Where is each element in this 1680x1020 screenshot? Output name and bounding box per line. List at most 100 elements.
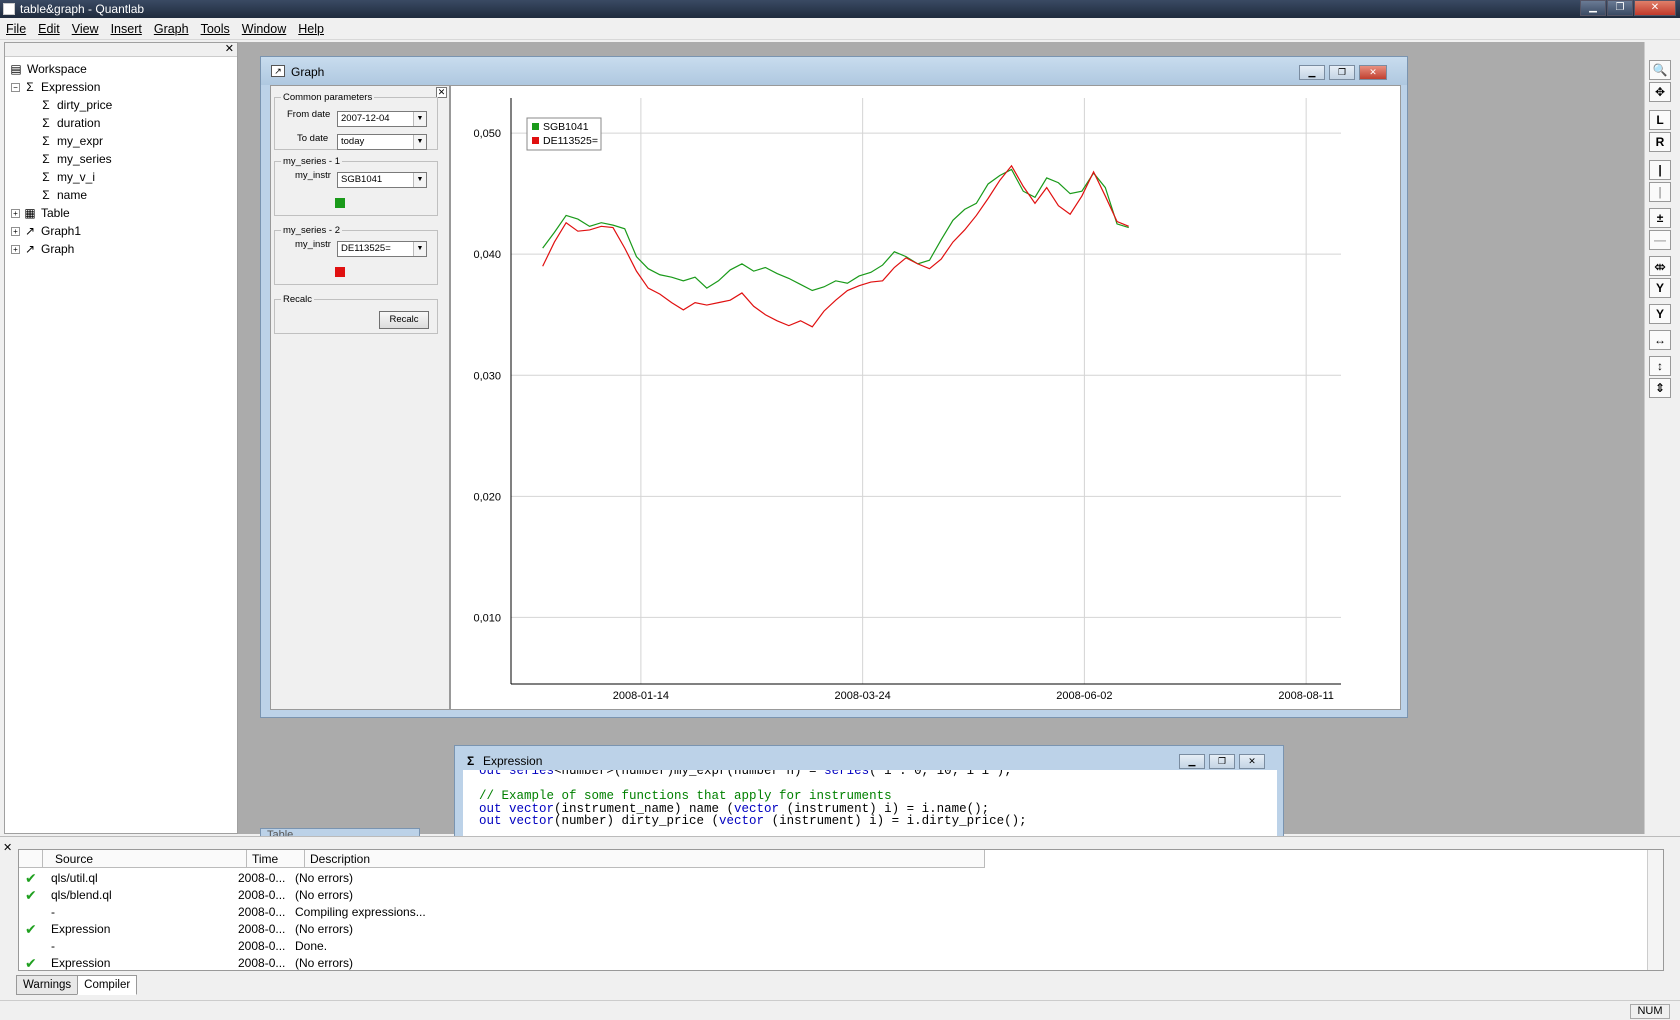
minimize-button[interactable]: ▁	[1580, 0, 1606, 16]
graph-minimize-button[interactable]: ▁	[1299, 65, 1325, 80]
expand-icon[interactable]: +	[11, 226, 20, 236]
tree-item-graph1[interactable]: + ↗ Graph1	[11, 222, 81, 240]
row-time: 2008-0...	[238, 888, 286, 902]
code-token: vector	[719, 814, 765, 828]
collapse-icon[interactable]: −	[11, 82, 20, 92]
close-workspace-icon[interactable]: ✕	[225, 42, 234, 55]
graph-window-titlebar[interactable]: ↗ Graph ▁ ❐ ✕	[261, 57, 1407, 85]
y-tick-label: 0,050	[473, 128, 501, 140]
code-token: ( i : 0, 10; i*i );	[869, 770, 1012, 778]
menu-view[interactable]: View	[66, 22, 105, 36]
maximize-button[interactable]: ❐	[1607, 0, 1633, 16]
y-stretch-icon[interactable]: ↕	[1649, 356, 1671, 376]
y-axis-icon[interactable]: Y	[1649, 304, 1671, 324]
y-tick-label: 0,010	[473, 612, 501, 624]
close-output-icon[interactable]: ✕	[3, 841, 12, 854]
row-desc: Done.	[295, 939, 328, 953]
graph-toolbar: 🔍 ✥ L R | | ± — ⤄ Y Y ↔ ↕ ⇕	[1644, 42, 1680, 834]
menu-insert[interactable]: Insert	[105, 22, 148, 36]
expand-icon[interactable]: +	[11, 244, 20, 254]
to-date-combo[interactable]: today ▼	[337, 134, 427, 150]
from-date-combo[interactable]: 2007-12-04 ▼	[337, 111, 427, 127]
table-row[interactable]: - 2008-0... Done.	[19, 938, 1663, 955]
series-1-color-swatch[interactable]	[335, 198, 345, 208]
tree-item-duration[interactable]: Σduration	[39, 114, 100, 132]
table-row[interactable]: ✔ qls/util.ql 2008-0... (No errors)	[19, 870, 1663, 887]
sigma-icon: Σ	[42, 151, 50, 166]
tree-item-table[interactable]: + ▦ Table	[11, 204, 70, 222]
y-fit-icon[interactable]: ⇕	[1649, 378, 1671, 398]
series-2-group: my_series - 2 my_instr DE113525= ▼	[274, 225, 438, 285]
tree-root[interactable]: ▤ Workspace	[9, 60, 86, 78]
vertical-line-disabled-icon[interactable]: |	[1649, 182, 1671, 202]
series-2-instr-label: my_instr	[295, 239, 331, 250]
menu-tools[interactable]: Tools	[195, 22, 236, 36]
code-editor[interactable]: out series<number>(number)my_expr(number…	[463, 770, 1277, 841]
y-tick-label: 0,030	[473, 370, 501, 382]
menu-graph[interactable]: Graph	[148, 22, 195, 36]
table-row[interactable]: ✔ Expression 2008-0... (No errors)	[19, 921, 1663, 938]
from-date-label: From date	[287, 109, 331, 120]
check-icon: ✔	[25, 887, 37, 903]
close-button[interactable]: ✕	[1634, 0, 1676, 16]
plot-area[interactable]: 0,010 0,020 0,030 0,040 0,050 2008-01-14 2008-…	[450, 85, 1401, 710]
menu-file[interactable]: File	[0, 22, 32, 36]
tree-item-label: name	[57, 188, 88, 202]
chevron-down-icon[interactable]: ▼	[413, 242, 426, 256]
chevron-down-icon[interactable]: ▼	[413, 112, 426, 126]
graph-close-button[interactable]: ✕	[1359, 65, 1387, 80]
tree-item-my-v-i[interactable]: Σmy_v_i	[39, 168, 95, 186]
menu-help[interactable]: Help	[292, 22, 330, 36]
tree-item-dirty-price[interactable]: Σdirty_price	[39, 96, 112, 114]
pan-icon[interactable]: ✥	[1649, 82, 1671, 102]
time-column-header[interactable]: Time	[247, 850, 305, 868]
series-2-legend: my_series - 2	[283, 225, 341, 236]
x-scale-icon[interactable]: ⤄	[1649, 256, 1671, 276]
chevron-down-icon[interactable]: ▼	[413, 135, 426, 149]
series-2-instr-combo[interactable]: DE113525= ▼	[337, 241, 427, 257]
tab-warnings[interactable]: Warnings	[16, 975, 79, 995]
table-row[interactable]: - 2008-0... Compiling expressions...	[19, 904, 1663, 921]
chevron-down-icon[interactable]: ▼	[413, 173, 426, 187]
expression-window-titlebar[interactable]: Σ Expression ▁ ❐ ✕	[455, 746, 1283, 770]
source-column-header[interactable]: Source	[43, 850, 247, 868]
horizontal-line-disabled-icon[interactable]: —	[1649, 230, 1671, 250]
check-icon: ✔	[25, 921, 37, 937]
tab-compiler[interactable]: Compiler	[77, 975, 138, 995]
tree-item-graph[interactable]: + ↗ Graph	[11, 240, 74, 258]
expand-icon[interactable]: +	[11, 208, 20, 218]
table-row[interactable]: ✔ Expression 2008-0... (No errors)	[19, 955, 1663, 972]
table-icon: ▦	[24, 205, 36, 220]
table-row[interactable]: ✔ qls/blend.ql 2008-0... (No errors)	[19, 887, 1663, 904]
row-time: 2008-0...	[238, 922, 286, 936]
graph-restore-button[interactable]: ❐	[1329, 65, 1355, 80]
tree-item-expression[interactable]: − Σ Expression	[11, 78, 100, 96]
tree-item-name[interactable]: Σname	[39, 186, 87, 204]
description-column-header[interactable]: Description	[305, 850, 985, 868]
series-1-instr-value: SGB1041	[341, 174, 383, 185]
series-1-instr-combo[interactable]: SGB1041 ▼	[337, 172, 427, 188]
series-line-sgb1041	[542, 168, 1129, 292]
expression-close-button[interactable]: ✕	[1239, 754, 1265, 769]
left-axis-button[interactable]: L	[1649, 110, 1671, 130]
tree-item-my-series[interactable]: Σmy_series	[39, 150, 111, 168]
common-parameters-legend: Common parameters	[283, 92, 373, 103]
tree-item-my-expr[interactable]: Σmy_expr	[39, 132, 103, 150]
menu-window[interactable]: Window	[236, 22, 292, 36]
x-stretch-icon[interactable]: ↔	[1649, 330, 1671, 350]
y-scale-icon[interactable]: Y	[1649, 278, 1671, 298]
horizontal-line-icon[interactable]: ±	[1649, 208, 1671, 228]
zoom-icon[interactable]: 🔍	[1649, 60, 1671, 80]
right-axis-button[interactable]: R	[1649, 132, 1671, 152]
code-token: series	[824, 770, 870, 778]
line-chart[interactable]: 0,010 0,020 0,030 0,040 0,050 2008-01-14 2008-…	[451, 86, 1400, 709]
row-source: Expression	[51, 956, 111, 970]
vertical-line-icon[interactable]: |	[1649, 160, 1671, 180]
expression-minimize-button[interactable]: ▁	[1179, 754, 1205, 769]
menu-edit[interactable]: Edit	[32, 22, 66, 36]
series-line-de113525-	[542, 164, 1129, 328]
expression-restore-button[interactable]: ❐	[1209, 754, 1235, 769]
recalc-button[interactable]: Recalc	[379, 311, 429, 329]
code-token: out series	[479, 770, 555, 778]
series-2-color-swatch[interactable]	[335, 267, 345, 277]
